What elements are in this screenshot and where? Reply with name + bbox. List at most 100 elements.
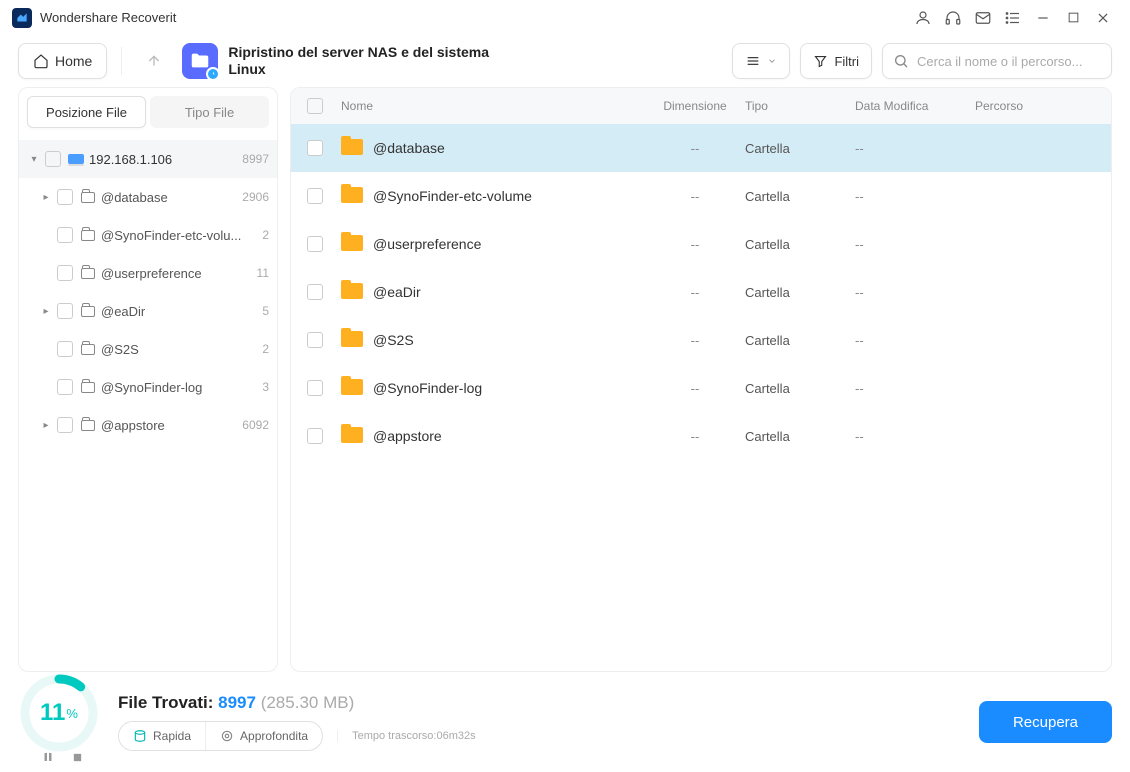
col-name[interactable]: Nome xyxy=(341,99,645,113)
row-checkbox[interactable] xyxy=(307,332,323,348)
account-icon[interactable] xyxy=(908,3,938,33)
folder-icon xyxy=(341,379,363,397)
filter-icon xyxy=(813,54,828,69)
chevron-right-icon[interactable]: ▸ xyxy=(37,420,55,431)
percent-symbol: % xyxy=(66,706,78,721)
tree-item[interactable]: @SynoFinder-etc-volu... 2 xyxy=(19,216,277,254)
tree-item-count: 5 xyxy=(256,304,269,318)
chevron-right-icon[interactable]: ▸ xyxy=(37,192,55,203)
checkbox[interactable] xyxy=(57,379,73,395)
row-type: Cartella xyxy=(745,189,855,204)
scan-mode-toggle: Rapida Approfondita xyxy=(118,721,323,751)
table-row[interactable]: @S2S -- Cartella -- xyxy=(291,316,1111,364)
tree-item[interactable]: @S2S 2 xyxy=(19,330,277,368)
tree-root[interactable]: ▾ 192.168.1.106 8997 xyxy=(19,140,277,178)
checkbox[interactable] xyxy=(57,303,73,319)
checkbox[interactable] xyxy=(45,151,61,167)
tree-item-name: @SynoFinder-etc-volu... xyxy=(101,228,256,243)
tree-item[interactable]: ▸ @appstore 6092 xyxy=(19,406,277,444)
checkbox[interactable] xyxy=(57,265,73,281)
tree-item-count: 2 xyxy=(256,342,269,356)
row-checkbox[interactable] xyxy=(307,236,323,252)
table-row[interactable]: @userpreference -- Cartella -- xyxy=(291,220,1111,268)
col-path[interactable]: Percorso xyxy=(975,99,1095,113)
stop-button[interactable] xyxy=(72,750,83,766)
chevron-down-icon[interactable]: ▾ xyxy=(25,154,43,165)
mode-quick[interactable]: Rapida xyxy=(119,722,205,750)
folder-outline-icon xyxy=(79,192,97,203)
col-date[interactable]: Data Modifica xyxy=(855,99,975,113)
row-checkbox[interactable] xyxy=(307,140,323,156)
table-row[interactable]: @appstore -- Cartella -- xyxy=(291,412,1111,460)
toolbar: Home Ripristino del server NAS e del sis… xyxy=(0,35,1130,87)
checkbox[interactable] xyxy=(57,227,73,243)
row-date: -- xyxy=(855,285,975,300)
minimize-icon[interactable] xyxy=(1028,3,1058,33)
row-type: Cartella xyxy=(745,237,855,252)
table-row[interactable]: @eaDir -- Cartella -- xyxy=(291,268,1111,316)
select-all-checkbox[interactable] xyxy=(307,98,323,114)
app-logo xyxy=(12,8,32,28)
chevron-right-icon[interactable]: ▸ xyxy=(37,306,55,317)
col-size[interactable]: Dimensione xyxy=(645,99,745,113)
home-button[interactable]: Home xyxy=(18,43,107,79)
mail-icon[interactable] xyxy=(968,3,998,33)
pause-button[interactable] xyxy=(42,750,54,766)
folder-outline-icon xyxy=(79,306,97,317)
folder-outline-icon xyxy=(79,268,97,279)
row-name: @S2S xyxy=(373,332,645,348)
mode-quick-label: Rapida xyxy=(153,729,191,743)
row-type: Cartella xyxy=(745,285,855,300)
folder-outline-icon xyxy=(79,382,97,393)
filter-button[interactable]: Filtri xyxy=(800,43,872,79)
row-checkbox[interactable] xyxy=(307,428,323,444)
row-checkbox[interactable] xyxy=(307,284,323,300)
search-input[interactable] xyxy=(917,54,1101,69)
tree-item-name: @S2S xyxy=(101,342,256,357)
disk-icon xyxy=(133,729,147,743)
col-type[interactable]: Tipo xyxy=(745,99,855,113)
tree-item[interactable]: @SynoFinder-log 3 xyxy=(19,368,277,406)
mode-deep[interactable]: Approfondita xyxy=(205,722,322,750)
footer: 11% File Trovati: 8997 (285.30 MB) Rapid… xyxy=(0,672,1130,772)
up-button[interactable] xyxy=(136,43,172,79)
tree-item[interactable]: ▸ @database 2906 xyxy=(19,178,277,216)
recover-button[interactable]: Recupera xyxy=(979,701,1112,743)
row-name: @SynoFinder-log xyxy=(373,380,645,396)
checkbox[interactable] xyxy=(57,189,73,205)
tree-item-count: 3 xyxy=(256,380,269,394)
tab-position[interactable]: Posizione File xyxy=(27,96,146,128)
tree-item-name: @SynoFinder-log xyxy=(101,380,256,395)
found-size: (285.30 MB) xyxy=(256,693,354,712)
tree: ▾ 192.168.1.106 8997 ▸ @database 2906 @S… xyxy=(19,136,277,671)
list-icon[interactable] xyxy=(998,3,1028,33)
section-icon xyxy=(182,43,218,79)
view-button[interactable] xyxy=(732,43,790,79)
folder-icon xyxy=(341,331,363,349)
tree-item-count: 2906 xyxy=(236,190,269,204)
row-date: -- xyxy=(855,189,975,204)
tree-item[interactable]: @userpreference 11 xyxy=(19,254,277,292)
checkbox[interactable] xyxy=(57,341,73,357)
search-box[interactable] xyxy=(882,43,1112,79)
row-size: -- xyxy=(645,237,745,252)
headset-icon[interactable] xyxy=(938,3,968,33)
tree-root-name: 192.168.1.106 xyxy=(89,152,236,167)
close-icon[interactable] xyxy=(1088,3,1118,33)
tab-type[interactable]: Tipo File xyxy=(150,96,269,128)
row-checkbox[interactable] xyxy=(307,380,323,396)
table-row[interactable]: @SynoFinder-etc-volume -- Cartella -- xyxy=(291,172,1111,220)
folder-outline-icon xyxy=(79,230,97,241)
tree-item[interactable]: ▸ @eaDir 5 xyxy=(19,292,277,330)
maximize-icon[interactable] xyxy=(1058,3,1088,33)
table-row[interactable]: @database -- Cartella -- xyxy=(291,124,1111,172)
file-table: Nome Dimensione Tipo Data Modifica Perco… xyxy=(290,87,1112,672)
row-name: @appstore xyxy=(373,428,645,444)
checkbox[interactable] xyxy=(57,417,73,433)
folder-icon xyxy=(341,235,363,253)
folder-icon xyxy=(341,139,363,157)
table-row[interactable]: @SynoFinder-log -- Cartella -- xyxy=(291,364,1111,412)
home-icon xyxy=(33,53,49,69)
row-size: -- xyxy=(645,333,745,348)
row-checkbox[interactable] xyxy=(307,188,323,204)
